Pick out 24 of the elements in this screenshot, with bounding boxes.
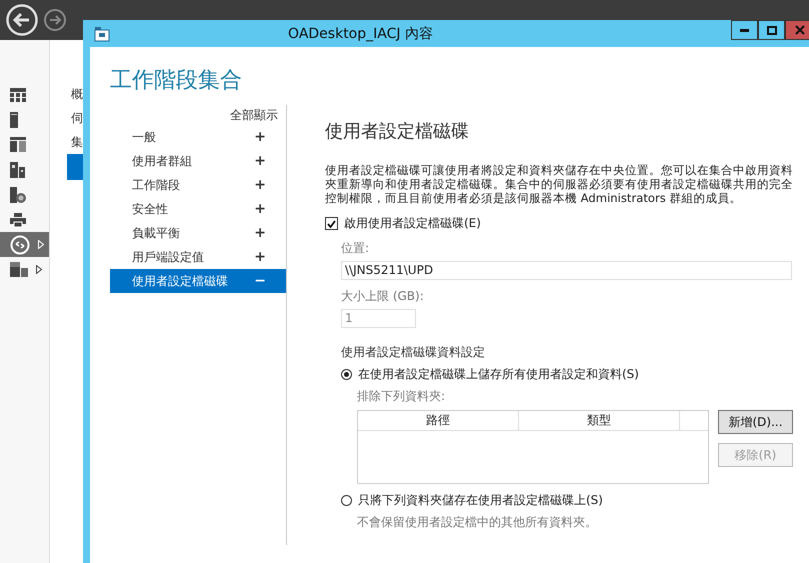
nav-item[interactable]: 使用者設定檔磁碟 − xyxy=(110,269,286,293)
radio-label: 在使用者設定檔磁碟上儲存所有使用者設定和資料(S) xyxy=(358,366,639,383)
nav-item[interactable]: 負載平衡 + xyxy=(110,221,286,245)
group-label: 使用者設定檔磁碟資料設定 xyxy=(341,344,486,361)
column-header[interactable]: 類型 xyxy=(519,411,680,430)
radio-label: 只將下列資料夾儲存在使用者設定檔磁碟上(S) xyxy=(358,492,603,509)
nav-item[interactable]: 使用者群組 + xyxy=(110,149,286,173)
field-label: 位置: xyxy=(341,240,370,257)
nav-item[interactable]: 工作階段 + xyxy=(110,173,286,197)
add-button[interactable]: 新增(D)... xyxy=(718,410,793,434)
dialog-heading: 工作階段集合 xyxy=(110,67,243,95)
nav-item[interactable]: 安全性 + xyxy=(110,197,286,221)
location-field[interactable]: \\JNS5211\UPD xyxy=(341,261,792,280)
column-header[interactable]: 路徑 xyxy=(358,411,519,430)
section-title: 使用者設定檔磁碟 xyxy=(325,120,470,143)
nav-item[interactable]: 一般 + xyxy=(110,125,286,149)
note-text: 不會保留使用者設定檔中的其他所有資料夾。 xyxy=(357,514,598,531)
description-text: 使用者設定檔磁碟可讓使用者將設定和資料夾儲存在中央位置。您可以在集合中啟用資料夾重新導向和使用者設定檔磁碟。集合中的伺服器必須要有使用者設定檔磁碟共用的完全控制權限，而且目前使用者必須是該伺服器本機 Administrators 群組的成員。 xyxy=(325,163,794,205)
checkbox-label: 啟用使用者設定檔磁碟(E) xyxy=(344,215,481,232)
exclude-label: 排除下列資料夾: xyxy=(357,388,446,405)
field-label: 大小上限 (GB): xyxy=(341,288,425,305)
window-title: OADesktop_IACJ 內容 xyxy=(287,24,434,42)
nav-item[interactable]: 用戶端設定值 + xyxy=(110,245,286,269)
show-all-link[interactable]: 全部顯示 xyxy=(230,108,278,122)
